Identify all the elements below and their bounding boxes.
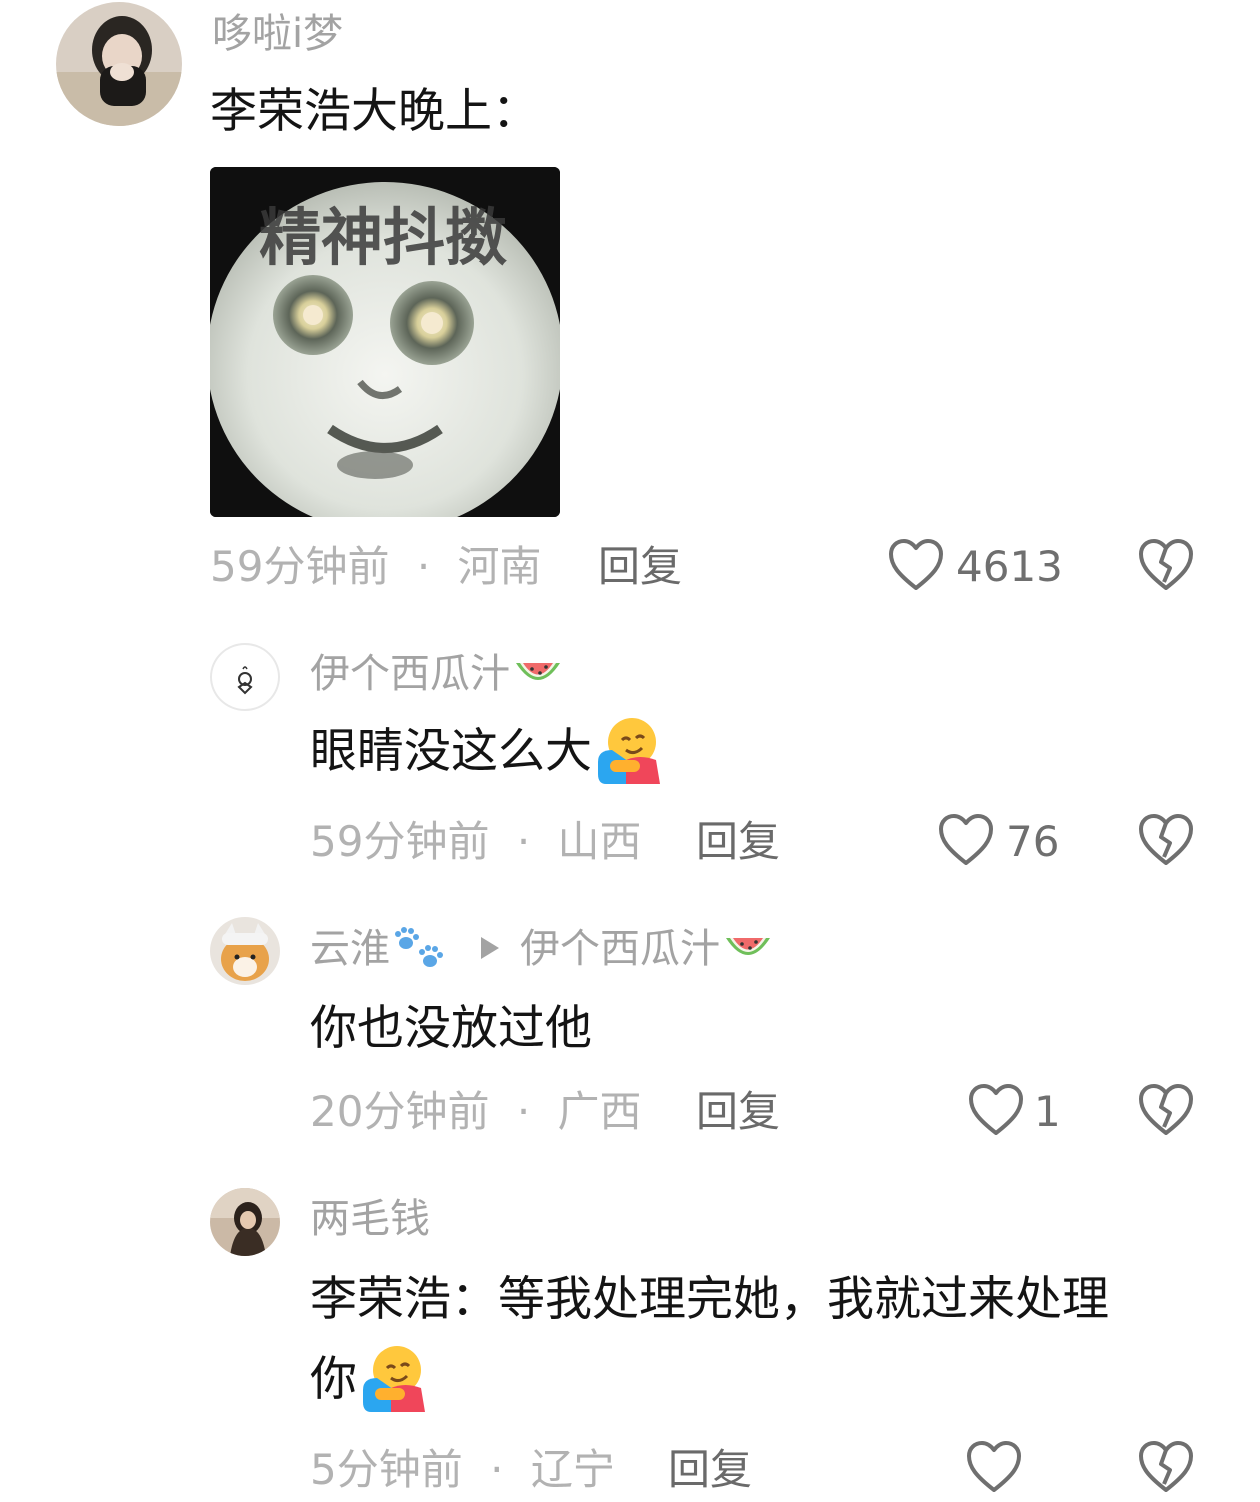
comment-text-line2: 你 bbox=[310, 1345, 429, 1414]
location: 广西 bbox=[557, 1087, 642, 1136]
hugging-face-emoji bbox=[363, 1345, 425, 1412]
comment-text-line1: 李荣浩：等我处理完她，我就过来处理 bbox=[310, 1272, 1109, 1327]
location: 辽宁 bbox=[530, 1445, 615, 1494]
timestamp: 5分钟前 bbox=[310, 1445, 463, 1494]
meta-separator: · bbox=[416, 542, 431, 591]
username[interactable]: 伊个西瓜汁 bbox=[310, 650, 564, 698]
sticker-caption: 精神抖擞 bbox=[259, 201, 507, 274]
comment-meta: 5分钟前 · 辽宁 bbox=[310, 1444, 615, 1496]
comment-meta: 20分钟前 · 广西 bbox=[310, 1086, 642, 1138]
avatar[interactable] bbox=[210, 1188, 280, 1256]
avatar[interactable] bbox=[210, 917, 280, 985]
like-heart-icon[interactable] bbox=[966, 1440, 1022, 1494]
like-heart-icon[interactable] bbox=[968, 1083, 1024, 1137]
dislike-broken-heart-icon[interactable] bbox=[1138, 1083, 1194, 1137]
username[interactable]: 哆啦i梦 bbox=[212, 10, 343, 58]
meta-separator: · bbox=[516, 1087, 531, 1136]
username[interactable]: 云淮 bbox=[310, 925, 448, 973]
location: 河南 bbox=[457, 542, 542, 591]
like-count: 76 bbox=[1006, 817, 1060, 866]
dislike-broken-heart-icon[interactable] bbox=[1138, 813, 1194, 867]
reply-button[interactable]: 回复 bbox=[668, 1444, 752, 1496]
comment-text: 李荣浩大晚上： bbox=[210, 84, 539, 139]
comment-meta: 59分钟前 · 山西 bbox=[310, 816, 642, 868]
avatar[interactable] bbox=[210, 643, 280, 711]
reply-button[interactable]: 回复 bbox=[598, 541, 682, 593]
paw-prints-emoji bbox=[395, 927, 443, 967]
timestamp: 59分钟前 bbox=[210, 542, 390, 591]
reply-arrow-icon bbox=[481, 937, 499, 959]
like-count: 1 bbox=[1034, 1087, 1061, 1136]
dislike-broken-heart-icon[interactable] bbox=[1138, 538, 1194, 592]
comment-meta: 59分钟前 · 河南 bbox=[210, 541, 542, 593]
reply-button[interactable]: 回复 bbox=[696, 1086, 780, 1138]
like-count: 4613 bbox=[956, 542, 1063, 591]
sticker-image[interactable]: 精神抖擞 bbox=[210, 167, 560, 517]
comment-text: 眼睛没这么大 bbox=[310, 717, 664, 786]
watermelon-emoji bbox=[726, 938, 770, 955]
timestamp: 59分钟前 bbox=[310, 817, 490, 866]
meta-separator: · bbox=[490, 1445, 504, 1494]
username[interactable]: 两毛钱 bbox=[310, 1195, 430, 1243]
reply-to-username[interactable]: 伊个西瓜汁 bbox=[520, 925, 774, 973]
hugging-face-emoji bbox=[598, 717, 660, 784]
avatar[interactable] bbox=[56, 2, 182, 126]
reply-button[interactable]: 回复 bbox=[696, 816, 780, 868]
meta-separator: · bbox=[516, 817, 531, 866]
timestamp: 20分钟前 bbox=[310, 1087, 490, 1136]
location: 山西 bbox=[557, 817, 642, 866]
like-heart-icon[interactable] bbox=[938, 813, 994, 867]
watermelon-emoji bbox=[516, 663, 560, 680]
dislike-broken-heart-icon[interactable] bbox=[1138, 1440, 1194, 1494]
comment-text: 你也没放过他 bbox=[310, 1001, 592, 1056]
like-heart-icon[interactable] bbox=[888, 538, 944, 592]
